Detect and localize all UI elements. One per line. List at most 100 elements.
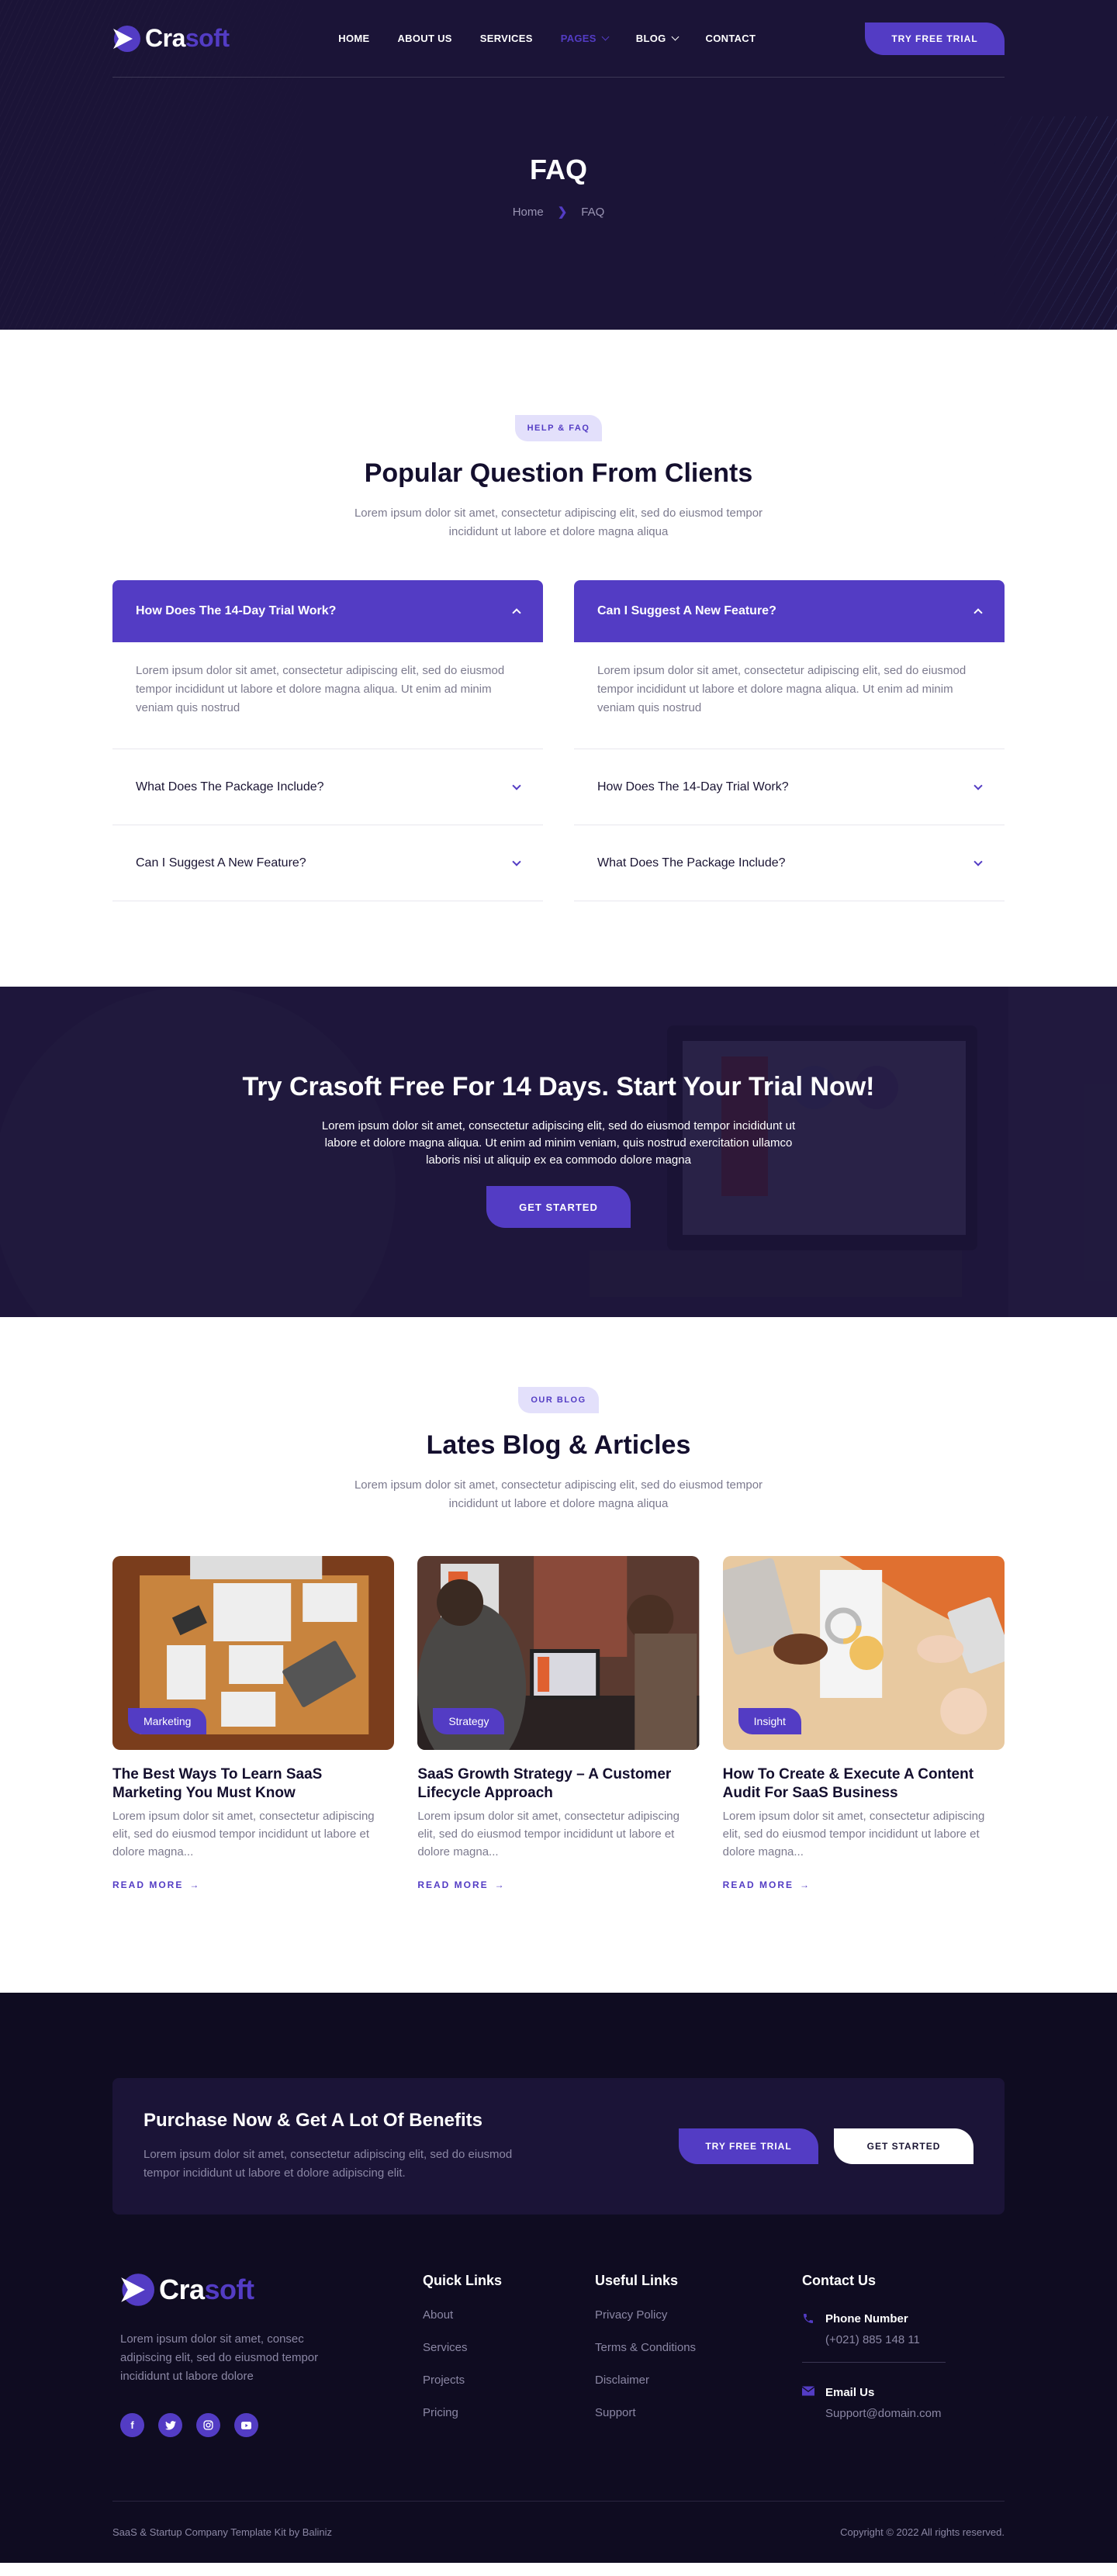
faq-question[interactable]: What Does The Package Include? — [112, 749, 543, 825]
nav-blog[interactable]: BLOG — [636, 33, 679, 44]
faq-item: What Does The Package Include? — [112, 749, 543, 825]
decorative-stripes — [993, 116, 1117, 330]
faq-question[interactable]: How Does The 14-Day Trial Work? — [112, 580, 543, 642]
chevron-up-icon — [512, 608, 521, 617]
nav-services[interactable]: SERVICES — [480, 33, 533, 44]
logo-play-icon — [113, 25, 140, 52]
faq-answer: Lorem ipsum dolor sit amet, consectetur … — [597, 664, 967, 714]
email-address[interactable]: Support@domain.com — [825, 2407, 941, 2420]
cta-text: Lorem ipsum dolor sit amet, consectetur … — [321, 1119, 796, 1167]
blog-card: Insight How To Create & Execute A Conten… — [722, 1556, 1005, 1892]
youtube-icon[interactable] — [234, 2413, 258, 2437]
get-started-button[interactable]: GET STARTED — [486, 1186, 631, 1228]
get-started-button[interactable]: GET STARTED — [834, 2128, 973, 2164]
logo-play-icon — [121, 2273, 154, 2306]
quick-links-title: Quick Links — [423, 2273, 503, 2288]
section-title: Popular Question From Clients — [364, 458, 753, 488]
arrow-right-icon: → — [189, 1879, 201, 1890]
footer-link-services[interactable]: Services — [423, 2341, 468, 2354]
faq-item: How Does The 14-Day Trial Work? Lorem ip… — [112, 580, 543, 749]
chevron-down-icon — [671, 33, 679, 41]
category-badge[interactable]: Insight — [738, 1708, 801, 1734]
blog-excerpt: Lorem ipsum dolor sit amet, consectetur … — [112, 1810, 375, 1859]
category-badge[interactable]: Strategy — [433, 1708, 505, 1734]
faq-answer: Lorem ipsum dolor sit amet, consectetur … — [136, 664, 505, 714]
footer-link-support[interactable]: Support — [595, 2406, 636, 2419]
footer-brand: Crasoft Lorem ipsum dolor sit amet, cons… — [112, 2273, 423, 2439]
faq-question[interactable]: Can I Suggest A New Feature? — [112, 825, 543, 901]
footer-about: Lorem ipsum dolor sit amet, consec adipi… — [120, 2332, 319, 2383]
section-tag: HELP & FAQ — [514, 415, 603, 441]
phone-label: Phone Number — [825, 2312, 908, 2325]
section-title: Lates Blog & Articles — [426, 1430, 691, 1460]
read-more-link[interactable]: READ MORE → — [112, 1879, 200, 1890]
blog-title[interactable]: The Best Ways To Learn SaaS Marketing Yo… — [112, 1765, 394, 1803]
faq-question[interactable]: How Does The 14-Day Trial Work? — [574, 749, 1005, 825]
twitter-icon[interactable] — [158, 2413, 182, 2437]
footer-logo[interactable]: Crasoft — [120, 2273, 423, 2307]
nav-pages[interactable]: PAGES — [561, 33, 610, 44]
nav-home[interactable]: HOME — [338, 33, 369, 44]
faq-item: Can I Suggest A New Feature? Lorem ipsum… — [574, 580, 1005, 749]
arrow-right-icon: → — [494, 1879, 506, 1890]
blog-excerpt: Lorem ipsum dolor sit amet, consectetur … — [722, 1810, 985, 1859]
chevron-right-icon: ❯ — [557, 206, 568, 219]
read-more-link[interactable]: READ MORE → — [417, 1879, 505, 1890]
try-free-trial-button[interactable]: TRY FREE TRIAL — [864, 22, 1005, 55]
email-label: Email Us — [825, 2386, 875, 2399]
section-subtitle: Lorem ipsum dolor sit amet, consectetur … — [354, 1478, 763, 1510]
blog-title[interactable]: How To Create & Execute A Content Audit … — [723, 1765, 1005, 1803]
footer-link-about[interactable]: About — [423, 2308, 453, 2322]
breadcrumb-current: FAQ — [581, 205, 605, 219]
main-nav: Crasoft HOME ABOUT US SERVICES PAGES BLO… — [112, 0, 1005, 78]
instagram-icon[interactable] — [196, 2413, 220, 2437]
phone-number[interactable]: (+021) 885 148 11 — [825, 2333, 920, 2346]
nav-about[interactable]: ABOUT US — [397, 33, 451, 44]
blog-excerpt: Lorem ipsum dolor sit amet, consectetur … — [417, 1810, 680, 1859]
nav-menu: HOME ABOUT US SERVICES PAGES BLOG CONTAC… — [338, 33, 756, 44]
footer-credit: SaaS & Startup Company Template Kit by B… — [112, 2526, 333, 2538]
page-hero: Crasoft HOME ABOUT US SERVICES PAGES BLO… — [0, 0, 1117, 330]
blog-image[interactable]: Marketing — [112, 1556, 395, 1750]
blog-title[interactable]: SaaS Growth Strategy – A Customer Lifecy… — [417, 1765, 699, 1803]
faq-item: Can I Suggest A New Feature? — [112, 825, 543, 901]
blog-image[interactable]: Strategy — [417, 1556, 700, 1750]
blog-card: Marketing The Best Ways To Learn SaaS Ma… — [112, 1556, 395, 1892]
blog-image[interactable]: Insight — [722, 1556, 1005, 1750]
faq-item: What Does The Package Include? — [574, 825, 1005, 901]
breadcrumb-home[interactable]: Home — [513, 206, 544, 219]
chevron-down-icon — [601, 33, 610, 41]
contact-info: Contact Us Phone Number (+021) 885 148 1… — [802, 2273, 946, 2439]
quick-links: Quick Links About Services Projects Pric… — [423, 2273, 595, 2439]
footer-link-terms[interactable]: Terms & Conditions — [595, 2341, 696, 2354]
try-free-trial-button[interactable]: TRY FREE TRIAL — [679, 2128, 818, 2164]
chevron-down-icon — [973, 780, 983, 790]
faq-column-left: How Does The 14-Day Trial Work? Lorem ip… — [112, 580, 543, 901]
useful-links-title: Useful Links — [595, 2273, 679, 2288]
cta-title: Try Crasoft Free For 14 Days. Start Your… — [242, 1072, 875, 1101]
section-subtitle: Lorem ipsum dolor sit amet, consectetur … — [354, 507, 763, 538]
footer-link-projects[interactable]: Projects — [423, 2374, 465, 2387]
logo[interactable]: Crasoft — [112, 24, 230, 53]
chevron-down-icon — [973, 856, 983, 866]
footer-bottom-bar: SaaS & Startup Company Template Kit by B… — [112, 2501, 1005, 2563]
faq-item: How Does The 14-Day Trial Work? — [574, 749, 1005, 825]
category-badge[interactable]: Marketing — [128, 1708, 207, 1734]
chevron-down-icon — [512, 856, 521, 866]
promo-title: Purchase Now & Get A Lot Of Benefits — [144, 2110, 482, 2131]
footer-link-privacy[interactable]: Privacy Policy — [595, 2308, 667, 2322]
section-tag: OUR BLOG — [518, 1387, 599, 1413]
faq-section: HELP & FAQ Popular Question From Clients… — [0, 330, 1117, 987]
faq-question[interactable]: What Does The Package Include? — [574, 825, 1005, 901]
facebook-icon[interactable]: f — [120, 2413, 144, 2437]
faq-question[interactable]: Can I Suggest A New Feature? — [574, 580, 1005, 642]
footer-link-pricing[interactable]: Pricing — [423, 2406, 458, 2419]
chevron-up-icon — [973, 608, 983, 617]
breadcrumb: Home ❯ FAQ — [112, 205, 1005, 220]
nav-contact[interactable]: CONTACT — [706, 33, 756, 44]
footer-link-disclaimer[interactable]: Disclaimer — [595, 2374, 649, 2387]
social-links: f — [120, 2413, 423, 2437]
logo-text-purple: soft — [185, 24, 230, 52]
logo-text-white: Cra — [145, 24, 185, 52]
read-more-link[interactable]: READ MORE → — [723, 1879, 811, 1890]
